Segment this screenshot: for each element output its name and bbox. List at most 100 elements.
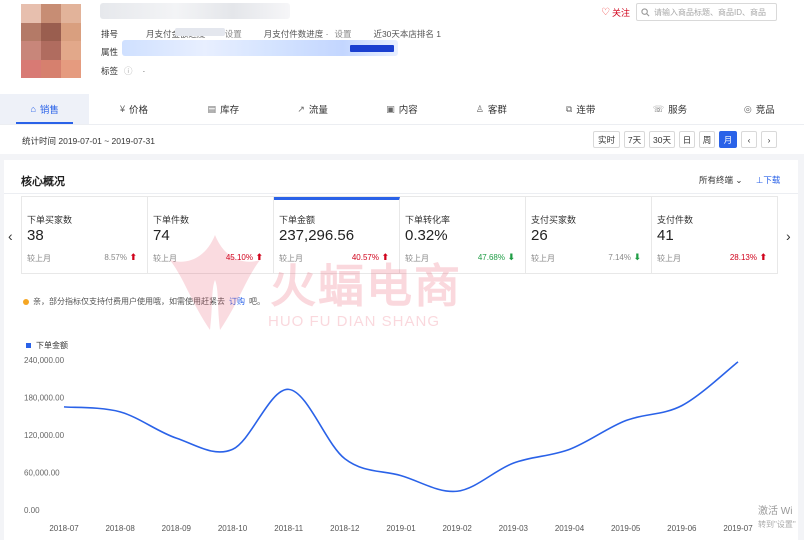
x-tick-label: 2019-07 [723, 524, 753, 533]
data-point[interactable] [286, 387, 291, 392]
x-tick-label: 2018-12 [330, 524, 360, 533]
analysis-tabs: ⌂ 销售 ¥ 价格 ▤ 库存 ↗ 流量 ▣ 内容 ♙ 客群 ⧉ 连带 ☏ 服务 ◎ 竞品 [0, 94, 804, 124]
metric-value: 74 [153, 227, 170, 244]
metric-card[interactable]: 下单件数 74 较上月 45.10% ⬆ [148, 197, 274, 273]
data-point[interactable] [455, 489, 460, 494]
link-icon: ⧉ [565, 103, 573, 114]
tab-audience[interactable]: ♙ 客群 [447, 94, 536, 124]
blurred-value [175, 28, 225, 36]
next-period-button[interactable]: › [761, 131, 777, 148]
data-point[interactable] [736, 359, 741, 364]
yen-icon: ¥ [119, 104, 125, 114]
prev-period-button[interactable]: ‹ [741, 131, 757, 148]
product-thumbnail[interactable] [21, 4, 81, 78]
metric-card[interactable]: 支付买家数 26 较上月 7.14% ⬇ [526, 197, 652, 273]
store-rank-30d: 近30天本店排名 1 [373, 29, 441, 39]
info-key: 排号 [101, 29, 119, 39]
set-count-link[interactable]: 设置 [334, 28, 351, 40]
data-point[interactable] [342, 456, 347, 461]
set-amount-link[interactable]: 设置 [225, 28, 242, 40]
attr-label: 属性 [101, 47, 119, 57]
data-point[interactable] [511, 461, 516, 466]
data-point[interactable] [62, 404, 67, 409]
metric-value: 26 [531, 227, 548, 244]
metric-card[interactable]: 下单转化率 0.32% 较上月 47.68% ⬇ [400, 197, 526, 273]
product-title-blurred [100, 3, 290, 19]
tab-price[interactable]: ¥ 价格 [89, 94, 178, 124]
metric-value: 41 [657, 227, 674, 244]
download-button[interactable]: ⊥下载 [756, 174, 780, 186]
section-title: 核心概况 [21, 176, 65, 188]
tab-sales[interactable]: ⌂ 销售 [0, 94, 90, 124]
metric-compare-label: 较上月 [405, 254, 429, 263]
arrow-down-icon: ⬇ [507, 252, 515, 262]
metric-change: 45.10% [225, 253, 253, 262]
monthly-pay-count-progress: 月支付件数进度 · [263, 29, 329, 39]
period-realtime[interactable]: 实时 [593, 131, 620, 148]
arrow-up-icon: ⬆ [255, 252, 263, 262]
tab-traffic[interactable]: ↗ 流量 [268, 94, 357, 124]
target-icon: ◎ [743, 103, 752, 114]
stat-period-label: 统计时间 2019-07-01 ~ 2019-07-31 [22, 136, 156, 146]
user-icon: ♙ [475, 103, 484, 114]
period-month[interactable]: 月 [719, 131, 737, 148]
data-point[interactable] [230, 447, 235, 452]
product-search[interactable] [636, 3, 777, 21]
follow-button[interactable]: ♡ 关注 [601, 6, 630, 19]
data-point[interactable] [623, 418, 628, 423]
metric-name: 下单金额 [279, 215, 316, 225]
x-tick-label: 2018-08 [105, 524, 135, 533]
content-icon: ▣ [386, 103, 395, 114]
subscribe-link[interactable]: 订购 [229, 296, 245, 307]
metric-change: 7.14% [608, 253, 631, 262]
metric-name: 下单买家数 [27, 215, 73, 225]
windows-activation-text: 激活 Wi [758, 506, 793, 517]
search-input[interactable] [654, 7, 774, 17]
y-tick-label: 120,000.00 [24, 431, 65, 440]
metrics-next-arrow[interactable]: › [786, 228, 791, 244]
series-line[interactable] [63, 361, 739, 493]
tag-row: 标签 ⓘ · [101, 65, 145, 77]
metric-card[interactable]: 下单买家数 38 较上月 8.57% ⬆ [22, 197, 148, 273]
home-icon: ⌂ [30, 104, 36, 114]
inventory-icon: ▤ [207, 103, 217, 114]
arrow-down-icon: ⬇ [633, 252, 641, 262]
metric-change: 40.57% [351, 253, 379, 262]
x-tick-label: 2018-10 [218, 524, 248, 533]
tab-related[interactable]: ⧉ 连带 [536, 94, 625, 124]
metric-card[interactable]: 支付件数 41 较上月 28.13% ⬆ [652, 197, 777, 273]
data-point[interactable] [118, 409, 123, 414]
metric-value: 38 [27, 227, 44, 244]
arrow-up-icon: ⬆ [381, 252, 389, 262]
x-tick-label: 2019-02 [442, 524, 472, 533]
period-30d[interactable]: 30天 [649, 131, 675, 148]
data-point[interactable] [399, 473, 404, 478]
x-tick-label: 2019-04 [555, 524, 585, 533]
period-day[interactable]: 日 [679, 131, 695, 148]
tab-inventory[interactable]: ▤ 库存 [179, 94, 268, 124]
tab-content[interactable]: ▣ 内容 [357, 94, 446, 124]
data-point[interactable] [174, 436, 179, 441]
metric-change: 28.13% [729, 253, 757, 262]
tab-competitors[interactable]: ◎ 竞品 [715, 94, 804, 124]
period-7d[interactable]: 7天 [624, 131, 645, 148]
tab-service[interactable]: ☏ 服务 [625, 94, 714, 124]
data-point[interactable] [679, 403, 684, 408]
terminal-dropdown[interactable]: 所有终端 ⌄ [699, 174, 742, 186]
x-tick-label: 2018-11 [274, 524, 303, 533]
attr-row: 属性 [101, 46, 124, 58]
metric-compare-label: 较上月 [153, 254, 177, 263]
date-range-bar: 统计时间 2019-07-01 ~ 2019-07-31 实时 7天 30天 日… [0, 124, 804, 154]
data-point[interactable] [567, 447, 572, 452]
metric-change: 8.57% [104, 253, 127, 262]
y-tick-label: 180,000.00 [24, 394, 65, 403]
metrics-prev-arrow[interactable]: ‹ [8, 228, 13, 244]
metric-card[interactable]: 下单金额 237,296.56 较上月 40.57% ⬆ [274, 197, 400, 273]
info-circle-icon[interactable]: ⓘ [124, 65, 133, 77]
x-tick-label: 2018-07 [49, 524, 79, 533]
windows-activation-hint: 转到"设置" [758, 520, 796, 529]
metric-value: 0.32% [405, 227, 448, 244]
tag-label: 标签 [101, 66, 119, 76]
period-week[interactable]: 周 [699, 131, 715, 148]
order-amount-line-chart[interactable]: 0.00 60,000.00 120,000.00 180,000.00 240,000… [4, 350, 798, 540]
